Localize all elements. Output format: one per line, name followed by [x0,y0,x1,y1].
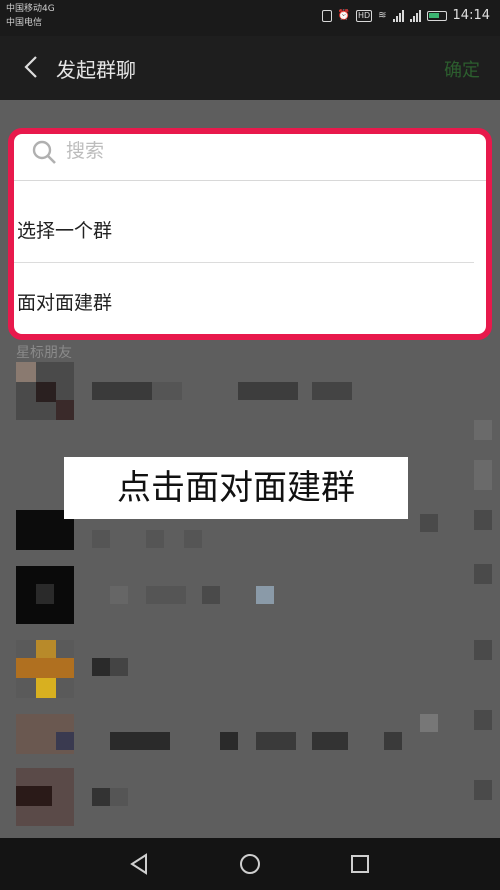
alarm-icon: ⏰ [337,10,350,21]
status-time: 14:14 [452,8,490,23]
signal-2-icon [409,9,421,22]
starred-friends-label: 星标朋友 [16,345,72,361]
nav-home-icon[interactable] [236,850,264,878]
carrier-name-primary: 中国移动4G [6,4,55,14]
search-input[interactable] [66,136,446,166]
nav-recent-icon[interactable] [346,850,374,878]
status-icons: ⏰ HD ≋ 14:14 [321,8,490,23]
page-title: 发起群聊 [56,58,136,82]
title-bar: 发起群聊 确定 [0,36,500,100]
battery-icon [426,10,447,21]
instruction-caption: 点击面对面建群 [64,457,408,519]
confirm-button[interactable]: 确定 [444,56,480,82]
signal-icon [392,9,404,22]
highlighted-menu-card: 选择一个群 面对面建群 [8,128,492,340]
nav-back-icon[interactable] [126,850,154,878]
back-arrow-icon[interactable] [20,54,46,80]
navigation-bar [0,838,500,890]
status-bar: 中国移动4G 中国电信 ⏰ HD ≋ 14:14 [0,0,500,36]
menu-divider [14,262,474,263]
wifi-icon: ≋ [378,10,387,21]
carrier-name-secondary: 中国电信 [6,18,43,28]
vibrate-icon [321,9,332,22]
search-bar[interactable] [14,134,486,181]
menu-item-face-to-face-group[interactable]: 面对面建群 [14,288,486,315]
hd-icon: HD [355,9,373,22]
menu-item-select-group[interactable]: 选择一个群 [14,216,486,243]
search-icon [32,140,56,164]
